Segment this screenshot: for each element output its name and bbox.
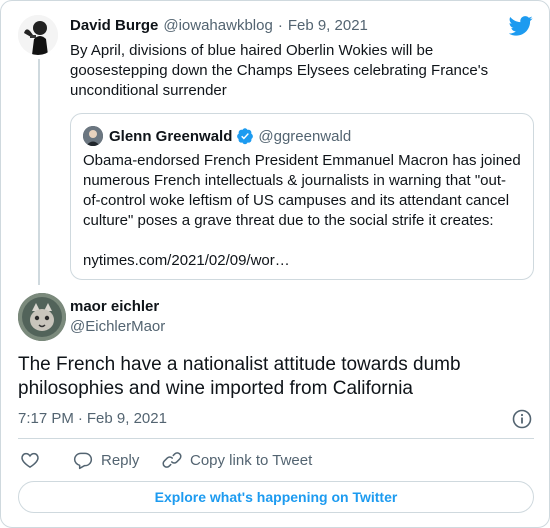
quoted-author-avatar (83, 126, 103, 146)
verified-badge-icon (236, 127, 254, 145)
reply-label: Reply (101, 451, 140, 469)
like-button[interactable] (20, 450, 40, 470)
quoted-tweet-text: Obama-endorsed French President Emmanuel… (83, 152, 521, 229)
copy-link-button[interactable]: Copy link to Tweet (162, 450, 312, 470)
heart-icon (21, 452, 39, 468)
copy-link-label: Copy link to Tweet (190, 451, 313, 469)
parent-author-name[interactable]: David Burge (70, 17, 158, 34)
quoted-tweet[interactable]: Glenn Greenwald @ggreenwald Obama-endors… (70, 113, 534, 280)
timestamp-separator: · (77, 410, 83, 427)
link-icon (162, 452, 182, 468)
embedded-tweet-card: David Burge @iowahawkblog · Feb 9, 2021 … (0, 0, 550, 528)
info-icon[interactable] (512, 409, 532, 429)
parent-author-avatar[interactable] (18, 15, 58, 55)
parent-tweet-date[interactable]: Feb 9, 2021 (288, 17, 368, 34)
header-separator: · (277, 17, 283, 34)
quoted-tweet-link[interactable]: nytimes.com/2021/02/09/wor… (83, 251, 290, 271)
quoted-author-name: Glenn Greenwald (109, 127, 233, 145)
reply-bubble-icon (73, 452, 93, 470)
main-author-handle[interactable]: @EichlerMaor (70, 318, 165, 335)
tweet-time[interactable]: 7:17 PM (18, 410, 74, 427)
reply-button[interactable]: Reply (73, 450, 139, 470)
twitter-bird-icon[interactable] (508, 15, 533, 37)
main-author-name[interactable]: maor eichler (70, 298, 159, 315)
explore-twitter-button[interactable]: Explore what's happening on Twitter (18, 481, 534, 513)
actions-divider (18, 438, 534, 439)
thread-connector-line (38, 59, 40, 285)
quoted-author-handle: @ggreenwald (258, 127, 352, 145)
parent-tweet-text: By April, divisions of blue haired Oberl… (70, 42, 489, 99)
main-tweet-text: The French have a nationalist attitude t… (18, 354, 461, 399)
tweet-date[interactable]: Feb 9, 2021 (87, 410, 167, 427)
parent-tweet-header: David Burge @iowahawkblog · Feb 9, 2021 (70, 17, 368, 37)
quoted-tweet-header: Glenn Greenwald @ggreenwald (83, 126, 351, 146)
main-author-avatar[interactable] (18, 293, 66, 341)
parent-author-handle[interactable]: @iowahawkblog (163, 17, 272, 34)
tweet-timestamp[interactable]: 7:17 PM · Feb 9, 2021 (18, 410, 167, 427)
